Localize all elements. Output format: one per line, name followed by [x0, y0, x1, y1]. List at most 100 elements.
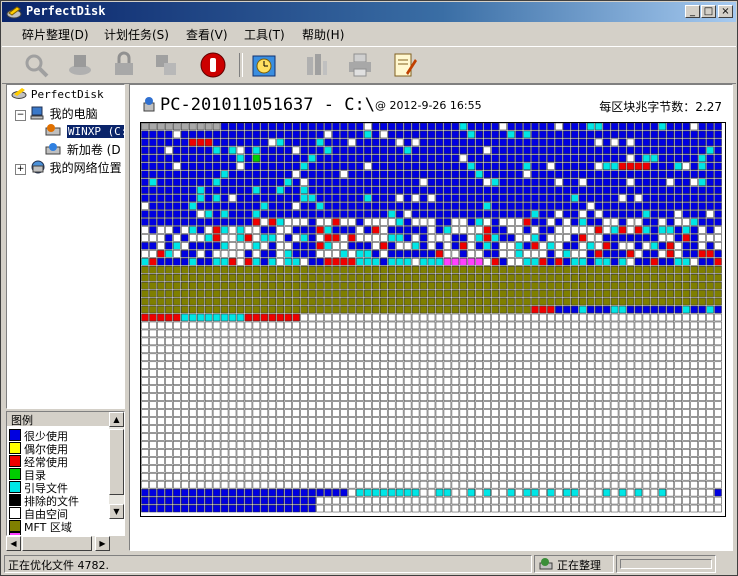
disk-cluster-block: [563, 409, 571, 417]
disk-cluster-block: [364, 210, 372, 218]
disk-cluster-block: [507, 146, 515, 155]
legend-scrollbar[interactable]: ▲ ▼: [109, 412, 124, 519]
disk-cluster-block: [443, 345, 452, 354]
disk-cluster-block: [204, 186, 213, 194]
disk-cluster-block: [149, 162, 157, 171]
title-bar[interactable]: PerfectDisk _ □ ×: [2, 2, 736, 22]
disk-cluster-block: [292, 218, 300, 226]
disk-cluster-block: [467, 369, 476, 377]
consolidate-button[interactable]: [152, 51, 180, 79]
defrag-button[interactable]: [66, 51, 94, 79]
scroll-up-button[interactable]: ▲: [109, 412, 124, 427]
disk-cluster-block: [316, 146, 324, 155]
disk-cluster-block: [292, 305, 300, 314]
close-button[interactable]: ×: [718, 5, 733, 18]
disk-cluster-block: [308, 504, 316, 513]
disk-cluster-block: [260, 504, 269, 513]
disk-cluster-block: [475, 266, 483, 274]
tree-my-computer[interactable]: − 我的电脑: [15, 105, 98, 122]
disk-cluster-block: [459, 433, 468, 441]
print-button[interactable]: [346, 51, 374, 79]
menu-defrag[interactable]: 碎片整理(D): [22, 26, 89, 43]
disk-cluster-block: [316, 202, 324, 210]
disk-cluster-block: [181, 130, 189, 139]
disk-cluster-block: [467, 186, 476, 194]
disk-cluster-block: [220, 353, 229, 362]
disk-cluster-block: [579, 186, 587, 194]
disk-cluster-block: [165, 178, 173, 186]
tree-network[interactable]: + 我的网络位置: [15, 159, 122, 176]
menu-view[interactable]: 查看(V): [186, 26, 228, 43]
disk-cluster-block: [324, 123, 332, 131]
disk-cluster-block: [571, 385, 579, 393]
disk-cluster-block: [610, 146, 619, 155]
disk-cluster-block: [316, 234, 324, 242]
maximize-button[interactable]: □: [701, 5, 716, 18]
disk-cluster-block: [188, 273, 197, 282]
disk-cluster-block: [228, 186, 237, 194]
disk-cluster-block: [260, 369, 269, 377]
disk-cluster-block: [212, 433, 221, 441]
disk-cluster-block: [451, 488, 460, 497]
disk-cluster-block: [499, 361, 507, 369]
hscroll-thumb[interactable]: [22, 536, 92, 551]
disk-cluster-block: [395, 480, 404, 489]
scroll-down-button[interactable]: ▼: [109, 504, 124, 519]
tree-horizontal-scrollbar[interactable]: ◀ ▶: [6, 536, 110, 551]
disk-cluster-block: [547, 465, 555, 473]
stop-button[interactable]: [199, 51, 227, 79]
schedule-button[interactable]: [250, 51, 278, 79]
disk-cluster-block: [356, 353, 364, 362]
disk-cluster-block: [173, 345, 181, 354]
disk-cluster-block: [380, 170, 388, 178]
disk-cluster-block: [507, 258, 515, 266]
expand-icon[interactable]: +: [15, 164, 26, 175]
disk-cluster-block: [212, 401, 221, 409]
disk-cluster-block: [356, 361, 364, 369]
disk-cluster-block: [467, 337, 476, 346]
disk-cluster-block: [395, 337, 404, 346]
disk-cluster-block: [276, 321, 285, 330]
minimize-button[interactable]: _: [685, 5, 700, 18]
analyze-button[interactable]: [22, 51, 50, 79]
offline-defrag-button[interactable]: [110, 51, 138, 79]
disk-cluster-block: [658, 345, 667, 354]
disk-cluster-block: [284, 488, 292, 497]
disk-cluster-block: [467, 425, 476, 433]
disk-cluster-block: [467, 162, 476, 171]
tree-root[interactable]: PerfectDisk: [11, 87, 104, 101]
report-button[interactable]: [302, 51, 330, 79]
scroll-right-button[interactable]: ▶: [95, 536, 110, 551]
disk-cluster-block: [658, 480, 667, 489]
disk-cluster-block: [571, 361, 579, 369]
disk-cluster-block: [380, 305, 388, 314]
disk-cluster-block: [300, 393, 308, 401]
disk-cluster-block: [220, 313, 229, 322]
notes-button[interactable]: [390, 51, 418, 79]
disk-cluster-block: [204, 146, 213, 155]
disk-cluster-block: [610, 425, 619, 433]
scroll-thumb[interactable]: [109, 429, 124, 495]
disk-cluster-block: [411, 289, 420, 298]
disk-cluster-block: [411, 186, 420, 194]
collapse-icon[interactable]: −: [15, 110, 26, 121]
tree-drive-c[interactable]: WINXP (C:: [45, 123, 124, 138]
tree-drive-d[interactable]: 新加卷 (D: [45, 141, 121, 158]
menu-schedule[interactable]: 计划任务(S): [104, 26, 169, 43]
disk-cluster-block: [475, 353, 483, 362]
disk-cluster-block: [348, 329, 356, 338]
disk-cluster-block: [467, 488, 476, 497]
disk-cluster-block: [690, 258, 698, 266]
disk-cluster-block: [387, 250, 396, 258]
menu-help[interactable]: 帮助(H): [302, 26, 344, 43]
disk-cluster-block: [706, 353, 714, 362]
scroll-left-button[interactable]: ◀: [6, 536, 21, 551]
disk-cluster-block: [555, 457, 563, 465]
disk-cluster-block: [610, 273, 619, 282]
menu-tools[interactable]: 工具(T): [244, 26, 285, 43]
disk-cluster-block: [173, 123, 181, 131]
disk-cluster-block: [316, 353, 324, 362]
disk-cluster-block: [387, 321, 396, 330]
disk-cluster-block: [380, 210, 388, 218]
disk-cluster-block: [188, 289, 197, 298]
